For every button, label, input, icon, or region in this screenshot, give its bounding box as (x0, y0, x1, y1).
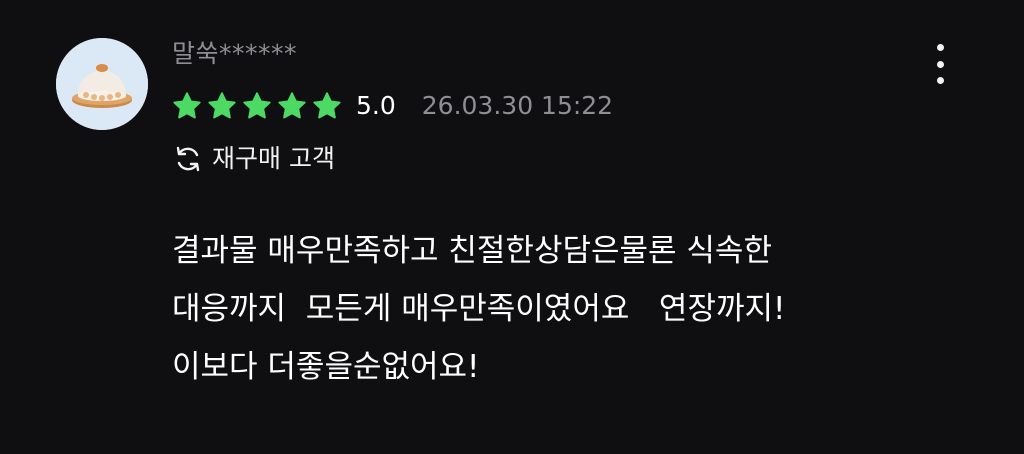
user-avatar (56, 38, 148, 130)
rating-score: 5.0 (356, 91, 396, 120)
more-vertical-icon-dot (936, 60, 944, 68)
star-rating (172, 91, 347, 121)
more-vertical-icon (936, 44, 944, 51)
review-date: 26.03.30 15:22 (421, 91, 614, 120)
rating-row: 5.0 26.03.30 15:22 (172, 88, 613, 124)
star-icon (313, 92, 341, 119)
review-body-line: 결과물 매우만족하고 친절한상담은물론 식속한 (172, 233, 772, 269)
repurchase-badge: 재구매 고객 (172, 140, 335, 178)
star-icon (173, 92, 201, 119)
reviewer-username: 말쑥****** (172, 39, 298, 68)
cake-avatar-icon (56, 38, 148, 130)
refresh-icon (172, 143, 204, 175)
more-options-button[interactable] (922, 40, 958, 88)
repurchase-label: 재구매 고객 (212, 144, 335, 173)
more-vertical-icon-dot (936, 77, 944, 84)
star-icon (208, 92, 236, 119)
review-body-line: 대응까지 모든게 매우만족이였어요 연장까지! (172, 291, 786, 327)
star-icon (278, 92, 306, 119)
review-body: 결과물 매우만족하고 친절한상담은물론 식속한 대응까지 모든게 매우만족이였어… (172, 222, 972, 396)
review-body-line: 이보다 더좋을순없어요! (172, 349, 480, 385)
star-icon (243, 92, 271, 119)
review-card: 말쑥****** 5.0 26.03.30 15:22 재구매 고객 결과물 매… (0, 0, 1024, 454)
